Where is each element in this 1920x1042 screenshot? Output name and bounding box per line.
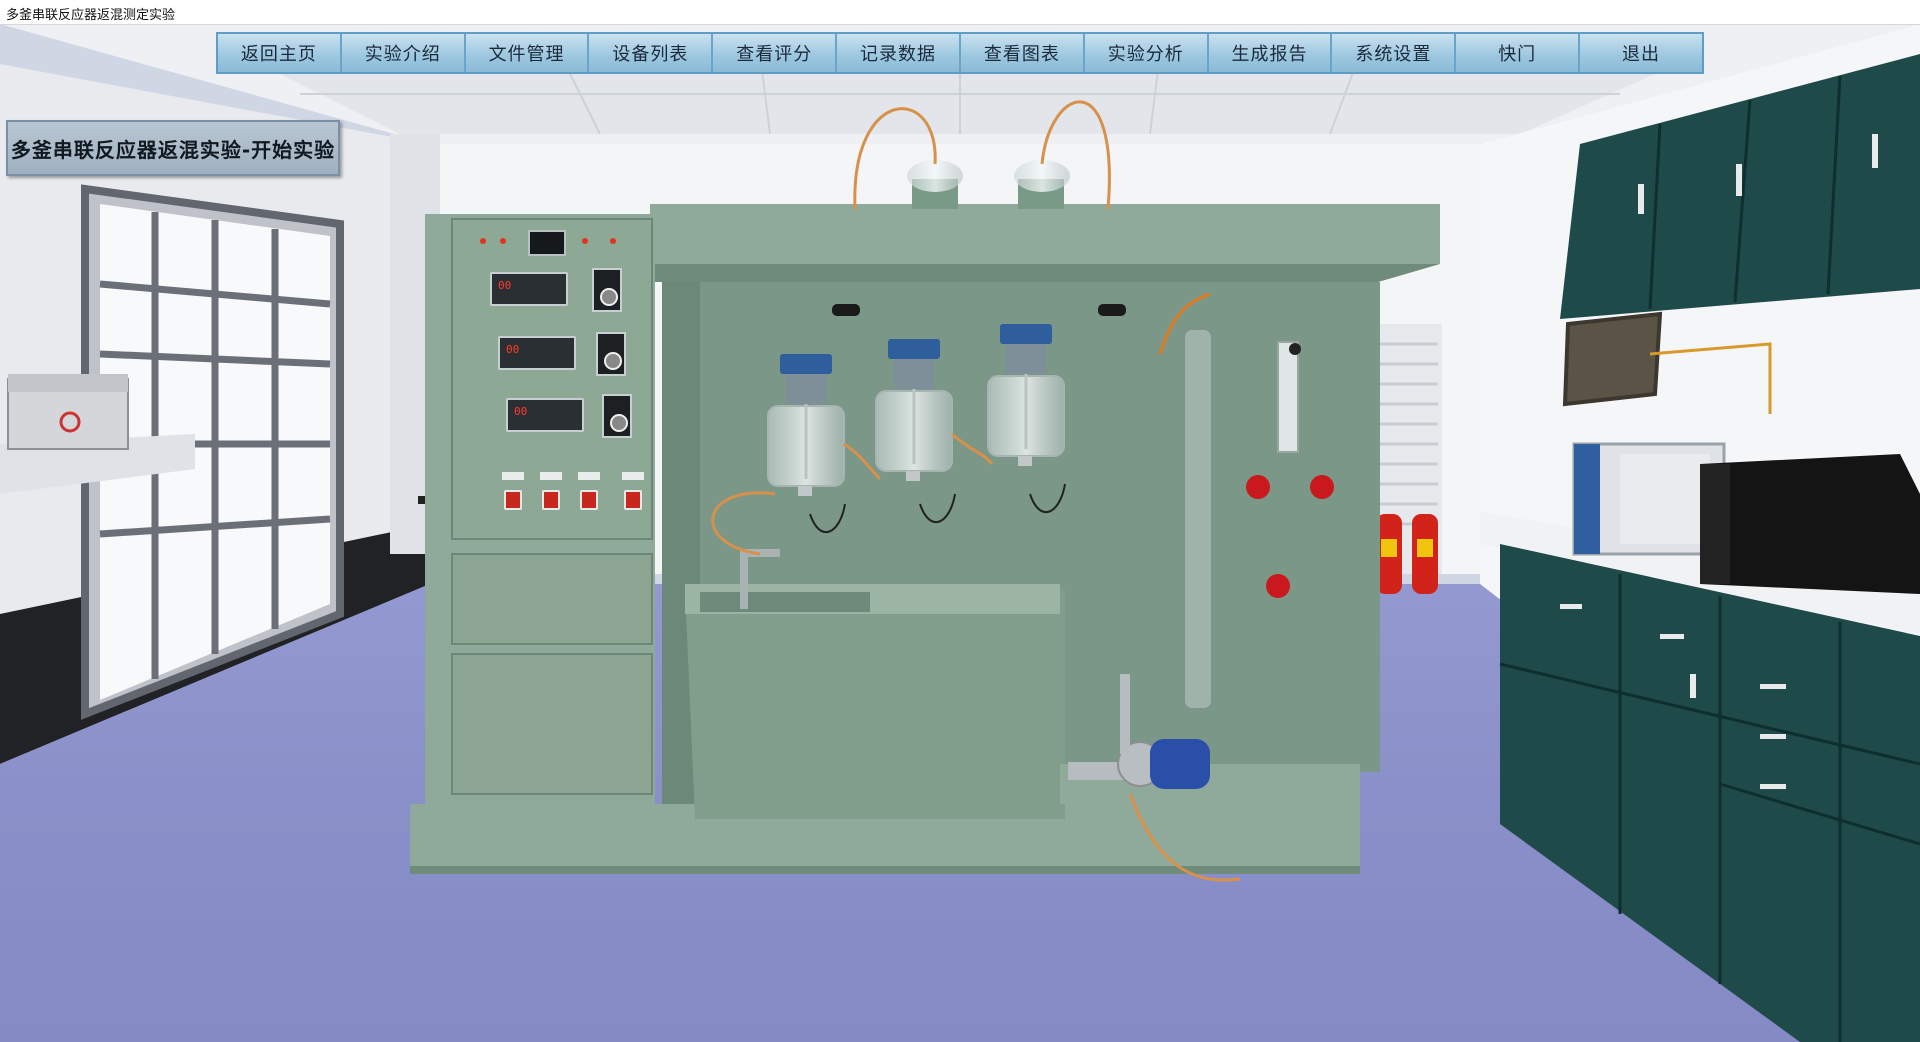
main-display [528,230,566,256]
speed-knob-3[interactable] [602,394,632,438]
menu-files-button[interactable]: 文件管理 [465,34,590,72]
menu-home-button[interactable]: 返回主页 [218,34,342,72]
lab-scene [0,24,1920,1042]
power-switch-2[interactable] [542,490,560,510]
switch-label [578,472,600,480]
switch-label [622,472,644,480]
menu-equipment-button[interactable]: 设备列表 [589,34,714,72]
menu-analysis-button[interactable]: 实验分析 [1084,34,1209,72]
controller-meter-3[interactable]: 00 [506,398,584,432]
controller-meter-1[interactable]: 00 [490,272,568,306]
window-title-bar: 多釜串联反应器返混测定实验 [0,0,1920,25]
menu-report-button[interactable]: 生成报告 [1208,34,1333,72]
main-menu-bar: 返回主页 实验介绍 文件管理 设备列表 查看评分 记录数据 查看图表 实验分析 生成报告 系统设置… [216,32,1704,74]
power-switch-3[interactable] [580,490,598,510]
indicator-led [500,238,506,244]
switch-label [502,472,524,480]
menu-intro-button[interactable]: 实验介绍 [341,34,466,72]
speed-knob-1[interactable] [592,268,622,312]
reactor-rig [410,100,1440,882]
menu-exit-button[interactable]: 退出 [1580,34,1702,72]
indicator-led [480,238,486,244]
menu-record-button[interactable]: 记录数据 [837,34,961,72]
menu-score-button[interactable]: 查看评分 [713,34,838,72]
speed-knob-2[interactable] [596,332,626,376]
power-switch-4[interactable] [624,490,642,510]
menu-shutter-button[interactable]: 快门 [1456,34,1581,72]
indicator-led [610,238,616,244]
controller-meter-2[interactable]: 00 [498,336,576,370]
switch-label [540,472,562,480]
menu-settings-button[interactable]: 系统设置 [1332,34,1457,72]
power-switch-1[interactable] [504,490,522,510]
indicator-led [582,238,588,244]
window-title: 多釜串联反应器返混测定实验 [6,8,176,23]
start-experiment-button[interactable]: 多釜串联反应器返混实验-开始实验 [6,120,340,176]
menu-chart-button[interactable]: 查看图表 [960,34,1085,72]
scene-viewport[interactable]: 00 00 00 [0,24,1920,1042]
start-experiment-label: 多釜串联反应器返混实验-开始实验 [10,137,336,162]
